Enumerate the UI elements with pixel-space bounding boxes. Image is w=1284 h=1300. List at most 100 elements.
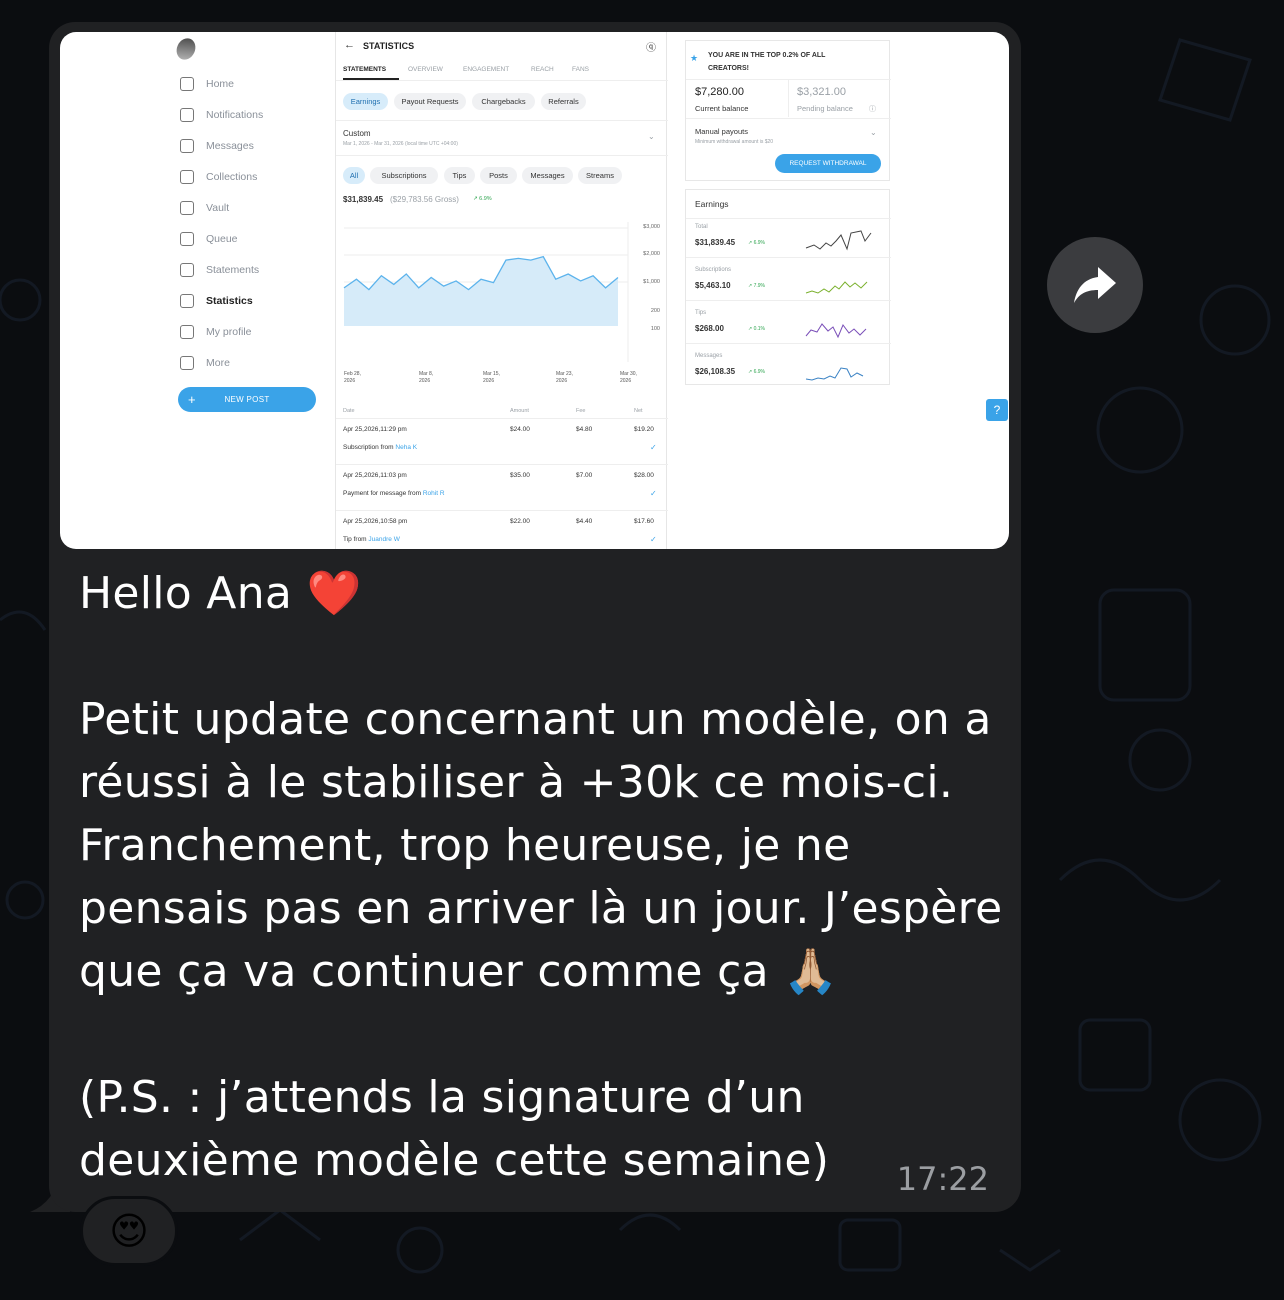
sidebar-item-label: More (206, 357, 230, 369)
row-user-link[interactable]: Juandre W (368, 536, 399, 543)
chevron-down-icon[interactable]: ⌄ (648, 132, 655, 141)
sidebar-item-label: Notifications (206, 109, 264, 121)
filter-all[interactable]: All (343, 167, 365, 184)
filter-subscriptions[interactable]: Subscriptions (370, 167, 438, 184)
request-withdrawal-button[interactable]: REQUEST WITHDRAWAL (775, 154, 881, 173)
message-bubble[interactable]: + NEW POST Home Notifications Messages Colle… (49, 22, 1021, 1212)
x-tick-label: 2026 (419, 378, 430, 384)
y-tick-label: 200 (651, 308, 660, 314)
subtab-payout-requests[interactable]: Payout Requests (394, 93, 466, 110)
current-balance: $7,280.00 (695, 86, 744, 98)
message-greeting: Hello Ana ❤️ (79, 568, 362, 619)
info-icon[interactable]: ⓘ (869, 104, 876, 114)
sidebar-item-label: Statistics (206, 295, 253, 307)
filter-tips[interactable]: Tips (444, 167, 475, 184)
tab-engagement[interactable]: ENGAGEMENT (463, 66, 509, 73)
chart-icon (180, 294, 194, 308)
help-button[interactable]: ? (986, 399, 1008, 421)
new-post-button[interactable]: + NEW POST (178, 387, 316, 412)
tab-fans[interactable]: FANS (572, 66, 589, 73)
row-divider (336, 464, 668, 465)
x-tick-label: Mar 30, (620, 371, 637, 377)
balance-card: ★ YOU ARE IN THE TOP 0.2% OF ALL CREATOR… (685, 40, 891, 181)
sparkline (805, 323, 867, 339)
x-tick-label: 2026 (483, 378, 494, 384)
sparklines (805, 230, 872, 381)
row-user-link[interactable]: Rohit R (423, 490, 445, 497)
tab-reach[interactable]: REACH (531, 66, 554, 73)
sidebar-item-label: Statements (206, 264, 260, 276)
page-title: STATISTICS (363, 41, 415, 51)
row-amount: $22.00 (510, 518, 530, 525)
message-icon (180, 139, 194, 153)
sidebar-item-notifications[interactable]: Notifications (180, 108, 263, 122)
new-post-label: NEW POST (224, 395, 270, 404)
tab-overview[interactable]: OVERVIEW (408, 66, 443, 73)
sidebar-item-label: Home (206, 78, 235, 90)
sidebar-item-messages[interactable]: Messages (180, 139, 254, 153)
reaction-badge[interactable]: 😍 (80, 1196, 178, 1266)
row-net: $19.20 (634, 426, 654, 433)
row-fee: $7.00 (576, 472, 593, 479)
sidebar-item-label: Queue (206, 233, 238, 245)
min-withdrawal: Minimum withdrawal amount is $20 (695, 139, 774, 145)
message-body: Petit update concernant un modèle, on a … (79, 694, 1017, 997)
forward-arrow-icon (1074, 267, 1116, 303)
sidebar-item-statements[interactable]: Statements (180, 263, 259, 277)
check-icon: ✓ (650, 443, 657, 452)
filter-messages[interactable]: Messages (522, 167, 573, 184)
top-creator-badge: YOU ARE IN THE TOP 0.2% OF ALL CREATORS! (708, 52, 826, 72)
sidebar-item-vault[interactable]: Vault (180, 201, 229, 215)
tab-statements[interactable]: STATEMENTS (343, 66, 386, 73)
check-icon: ✓ (650, 489, 657, 498)
row-date: Apr 25,2026,11:29 pm (343, 426, 407, 433)
back-arrow-icon[interactable]: ← (344, 39, 355, 51)
table-header: Fee (576, 408, 586, 414)
sidebar-item-home[interactable]: Home (180, 77, 234, 91)
help-circle-icon[interactable]: ⓠ (646, 39, 656, 54)
row-desc-text: Subscription from (343, 444, 396, 451)
message-text: Hello Ana ❤️ Petit update concernant un m… (79, 562, 1009, 1192)
y-tick-label: 100 (651, 326, 660, 332)
bell-icon (180, 108, 194, 122)
row-divider (336, 418, 668, 419)
subtab-chargebacks[interactable]: Chargebacks (472, 93, 535, 110)
calendar-icon (180, 232, 194, 246)
row-amount: $35.00 (510, 472, 530, 479)
sidebar-item-more[interactable]: More (180, 356, 230, 370)
current-balance-label: Current balance (695, 104, 749, 113)
subtab-earnings[interactable]: Earnings (343, 93, 388, 110)
sidebar-item-my-profile[interactable]: My profile (180, 325, 252, 339)
message-ps: (P.S. : j’attends la signature d’un deux… (79, 1072, 830, 1186)
sidebar-item-collections[interactable]: Collections (180, 170, 257, 184)
check-icon: ✓ (650, 535, 657, 544)
filter-posts[interactable]: Posts (480, 167, 517, 184)
sidebar-item-queue[interactable]: Queue (180, 232, 238, 246)
vault-icon (180, 201, 194, 215)
y-tick-label: $1,000 (643, 279, 660, 285)
sparkline (805, 367, 864, 381)
y-tick-label: $2,000 (643, 251, 660, 257)
x-tick-label: 2026 (344, 378, 355, 384)
star-icon: ★ (690, 53, 699, 63)
filter-streams[interactable]: Streams (578, 167, 622, 184)
subtab-referrals[interactable]: Referrals (541, 93, 586, 110)
row-date: Apr 25,2026,10:58 pm (343, 518, 408, 525)
y-tick-label: $3,000 (643, 224, 660, 230)
table-header: Date (343, 408, 355, 414)
forward-button[interactable] (1047, 237, 1143, 333)
chevron-down-icon[interactable]: ⌄ (870, 128, 877, 137)
attached-screenshot[interactable]: + NEW POST Home Notifications Messages Colle… (60, 32, 1009, 549)
table-header: Amount (510, 408, 529, 414)
row-net: $28.00 (634, 472, 654, 479)
table-header: Net (634, 408, 643, 414)
x-tick-label: 2026 (556, 378, 567, 384)
row-user-link[interactable]: Neha K (395, 444, 417, 451)
row-date: Apr 25,2026,11:03 pm (343, 472, 407, 479)
avatar (173, 35, 199, 63)
period-range: Mar 1, 2026 - Mar 31, 2026 (local time U… (343, 141, 458, 147)
statements-icon (180, 263, 194, 277)
row-description: Subscription from Neha K (343, 444, 417, 451)
sidebar-item-statistics[interactable]: Statistics (180, 294, 253, 308)
manual-payouts[interactable]: Manual payouts (695, 127, 748, 136)
